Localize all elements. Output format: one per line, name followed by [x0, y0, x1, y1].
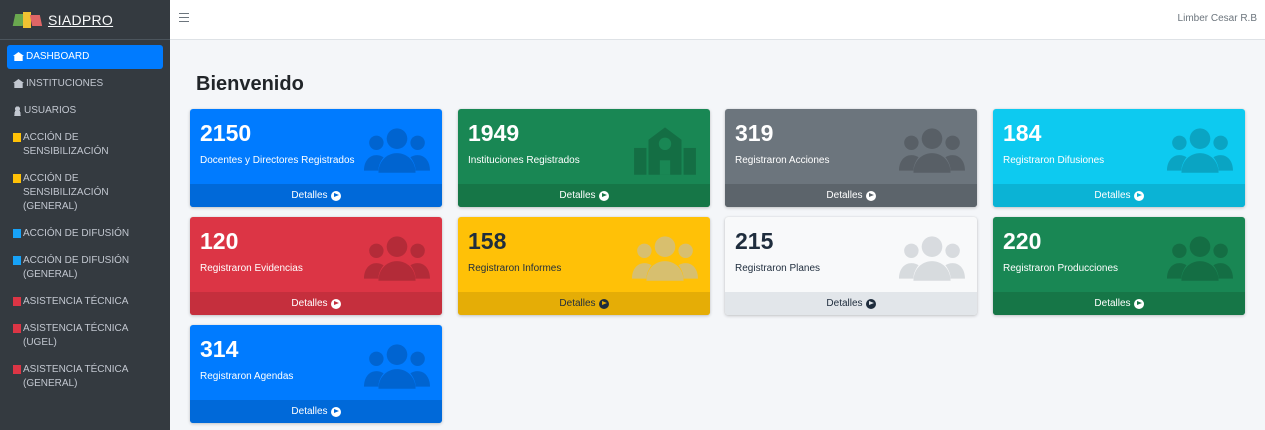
details-link[interactable]: Detalles [993, 184, 1245, 207]
users-icon [364, 341, 430, 391]
arrow-circle-right-icon [598, 190, 609, 201]
stat-card-docentes: 2150 Docentes y Directores Registrados D… [190, 109, 442, 207]
home-icon [13, 52, 24, 61]
sidebar-item-accion-sensibilizacion-general[interactable]: ACCIÓN DE SENSIBILIZACIÓN (GENERAL) [7, 167, 163, 219]
details-link[interactable]: Detalles [458, 292, 710, 315]
details-link[interactable]: Detalles [190, 400, 442, 423]
user-name-link[interactable]: Limber Cesar R.B [1178, 13, 1257, 24]
hamburger-icon[interactable] [179, 13, 189, 22]
top-navbar: Limber Cesar R.B [170, 0, 1265, 40]
users-icon [364, 125, 430, 175]
sidebar-item-label: ACCIÓN DE DIFUSIÓN [23, 228, 130, 239]
sidebar: SIADPRO DASHBOARD INSTITUCIONES USUARIOS… [0, 0, 170, 430]
square-yellow-icon [13, 133, 21, 142]
stat-card-instituciones: 1949 Instituciones Registrados Detalles [458, 109, 710, 207]
brand-logo [12, 11, 43, 29]
sidebar-item-label: INSTITUCIONES [26, 78, 104, 89]
sidebar-item-label: ACCIÓN DE SENSIBILIZACIÓN [23, 132, 109, 157]
details-label: Detalles [559, 190, 596, 201]
stat-card-agendas: 314 Registraron Agendas Detalles [190, 325, 442, 423]
sidebar-item-dashboard[interactable]: DASHBOARD [7, 45, 163, 69]
details-link[interactable]: Detalles [458, 184, 710, 207]
users-icon [632, 233, 698, 283]
stat-card-acciones: 319 Registraron Acciones Detalles [725, 109, 977, 207]
sidebar-item-asistencia-tecnica[interactable]: ASISTENCIA TÉCNICA [7, 290, 163, 314]
square-blue-icon [13, 229, 21, 238]
sidebar-item-instituciones[interactable]: INSTITUCIONES [7, 72, 163, 96]
arrow-circle-right-icon [330, 298, 341, 309]
details-link[interactable]: Detalles [190, 184, 442, 207]
users-icon [899, 233, 965, 283]
sidebar-item-label: ASISTENCIA TÉCNICA (GENERAL) [23, 364, 128, 389]
arrow-circle-right-icon [1133, 298, 1144, 309]
sidebar-item-accion-difusion-general[interactable]: ACCIÓN DE DIFUSIÓN (GENERAL) [7, 249, 163, 287]
details-link[interactable]: Detalles [725, 292, 977, 315]
stat-card-informes: 158 Registraron Informes Detalles [458, 217, 710, 315]
stat-card-planes: 215 Registraron Planes Detalles [725, 217, 977, 315]
sidebar-menu: DASHBOARD INSTITUCIONES USUARIOS ACCIÓN … [0, 40, 170, 396]
square-yellow-icon [13, 174, 21, 183]
users-icon [1167, 233, 1233, 283]
sidebar-item-accion-sensibilizacion[interactable]: ACCIÓN DE SENSIBILIZACIÓN [7, 126, 163, 164]
details-label: Detalles [559, 298, 596, 309]
arrow-circle-right-icon [1133, 190, 1144, 201]
details-label: Detalles [1094, 190, 1131, 201]
details-label: Detalles [826, 190, 863, 201]
arrow-circle-right-icon [330, 406, 341, 417]
sidebar-item-usuarios[interactable]: USUARIOS [7, 99, 163, 123]
sidebar-item-label: ACCIÓN DE SENSIBILIZACIÓN (GENERAL) [23, 173, 109, 212]
details-link[interactable]: Detalles [190, 292, 442, 315]
arrow-circle-right-icon [598, 298, 609, 309]
square-red-icon [13, 365, 21, 374]
arrow-circle-right-icon [865, 298, 876, 309]
page-title: Bienvenido [196, 73, 304, 95]
user-icon [13, 106, 22, 116]
home-icon [13, 79, 24, 88]
details-link[interactable]: Detalles [725, 184, 977, 207]
details-label: Detalles [291, 190, 328, 201]
arrow-circle-right-icon [330, 190, 341, 201]
stat-card-evidencias: 120 Registraron Evidencias Detalles [190, 217, 442, 315]
details-label: Detalles [291, 298, 328, 309]
details-link[interactable]: Detalles [993, 292, 1245, 315]
sidebar-item-asistencia-tecnica-general[interactable]: ASISTENCIA TÉCNICA (GENERAL) [7, 358, 163, 396]
details-label: Detalles [291, 406, 328, 417]
details-label: Detalles [1094, 298, 1131, 309]
sidebar-item-label: DASHBOARD [26, 51, 90, 62]
users-icon [1167, 125, 1233, 175]
sidebar-item-label: USUARIOS [24, 105, 77, 116]
users-icon [364, 233, 430, 283]
brand-link[interactable]: SIADPRO [0, 0, 170, 40]
square-red-icon [13, 324, 21, 333]
sidebar-item-asistencia-tecnica-ugel[interactable]: ASISTENCIA TÉCNICA (UGEL) [7, 317, 163, 355]
stat-card-difusiones: 184 Registraron Difusiones Detalles [993, 109, 1245, 207]
square-red-icon [13, 297, 21, 306]
users-icon [899, 125, 965, 175]
sidebar-item-label: ASISTENCIA TÉCNICA (UGEL) [23, 323, 128, 348]
school-icon [632, 125, 698, 175]
sidebar-item-label: ASISTENCIA TÉCNICA [23, 296, 129, 307]
arrow-circle-right-icon [865, 190, 876, 201]
square-blue-icon [13, 256, 21, 265]
brand-name[interactable]: SIADPRO [48, 12, 113, 28]
details-label: Detalles [826, 298, 863, 309]
sidebar-item-accion-difusion[interactable]: ACCIÓN DE DIFUSIÓN [7, 222, 163, 246]
sidebar-item-label: ACCIÓN DE DIFUSIÓN (GENERAL) [23, 255, 130, 280]
stat-card-producciones: 220 Registraron Producciones Detalles [993, 217, 1245, 315]
